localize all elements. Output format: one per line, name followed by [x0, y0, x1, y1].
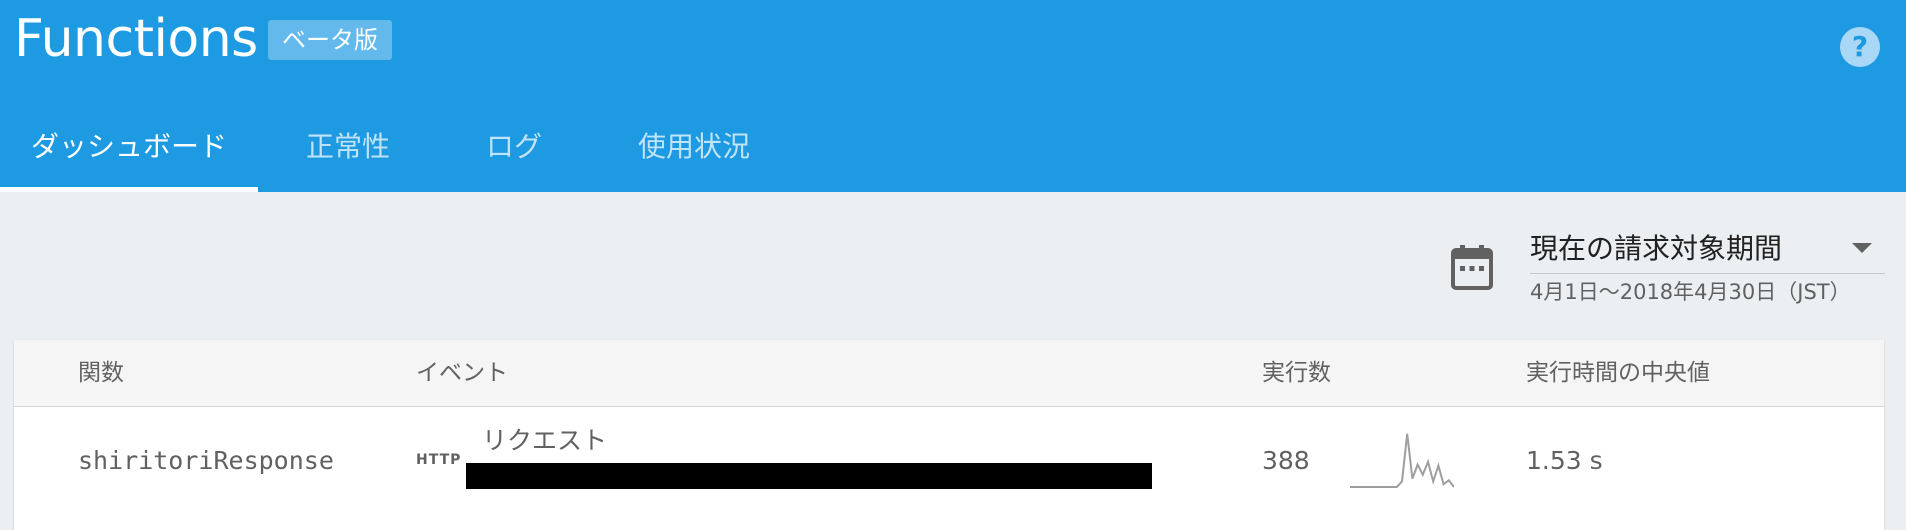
executions-sparkline — [1350, 433, 1454, 488]
table-header: 関数 イベント 実行数 実行時間の中央値 — [14, 340, 1884, 407]
tab-health[interactable]: 正常性 — [290, 108, 406, 192]
billing-period-label: 現在の請求対象期間 — [1530, 232, 1783, 265]
calendar-icon — [1451, 245, 1493, 290]
median-execution-time: 1.53 s — [1526, 446, 1603, 475]
tab-bar: ダッシュボード 正常性 ログ 使用状況 — [0, 108, 900, 192]
tab-dashboard[interactable]: ダッシュボード — [0, 108, 258, 192]
sparkline-series — [1350, 433, 1454, 488]
tab-logs[interactable]: ログ — [474, 108, 554, 192]
column-header-function[interactable]: 関数 — [78, 340, 124, 406]
beta-badge: ベータ版 — [268, 20, 392, 60]
redacted-url — [466, 463, 1152, 489]
http-trigger-badge: HTTP — [416, 452, 462, 468]
function-name[interactable]: shiritoriResponse — [78, 443, 334, 479]
app-header: Functions ベータ版 ? ダッシュボード 正常性 ログ 使用状況 — [0, 0, 1906, 192]
table-row[interactable]: shiritoriResponse HTTP リクエスト 388 1.53 s — [14, 407, 1884, 517]
column-header-event[interactable]: イベント — [416, 340, 508, 406]
billing-period-range: 4月1日〜2018年4月30日（JST） — [1530, 280, 1851, 304]
page-title: Functions — [14, 9, 258, 69]
event-label: リクエスト — [482, 426, 608, 455]
tab-health-label: 正常性 — [305, 130, 390, 163]
tab-usage[interactable]: 使用状況 — [622, 108, 766, 192]
tab-usage-label: 使用状況 — [637, 130, 750, 163]
billing-period-selector[interactable]: 現在の請求対象期間 4月1日〜2018年4月30日（JST） — [1450, 225, 1885, 310]
column-header-median-time[interactable]: 実行時間の中央値 — [1526, 340, 1710, 406]
execution-count: 388 — [1262, 446, 1310, 475]
functions-table: 関数 イベント 実行数 実行時間の中央値 shiritoriResponse H… — [14, 340, 1884, 530]
column-header-executions[interactable]: 実行数 — [1262, 340, 1331, 406]
chevron-down-icon[interactable] — [1852, 243, 1872, 253]
divider — [1530, 273, 1885, 274]
tab-logs-label: ログ — [485, 130, 542, 163]
help-icon[interactable]: ? — [1840, 27, 1880, 67]
tab-dashboard-label: ダッシュボード — [30, 130, 227, 163]
